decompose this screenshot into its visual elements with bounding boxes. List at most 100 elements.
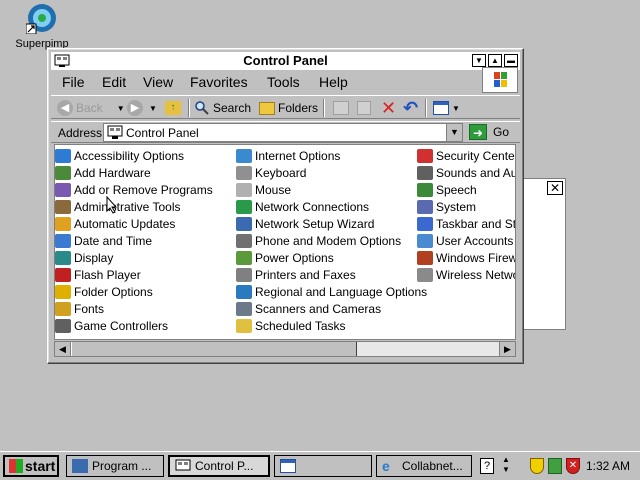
list-item[interactable]: System bbox=[417, 198, 515, 215]
security-shield-icon[interactable] bbox=[530, 458, 544, 474]
network-setup-wizard-icon bbox=[236, 216, 252, 231]
list-item[interactable]: Scanners and Cameras bbox=[236, 300, 427, 317]
horizontal-scrollbar[interactable]: ◀ ▶ bbox=[54, 341, 516, 357]
internet-explorer-icon: e bbox=[382, 458, 390, 474]
start-button[interactable]: start bbox=[3, 455, 59, 477]
task-control-panel[interactable]: Control P... bbox=[168, 455, 270, 477]
power-options-icon bbox=[236, 250, 252, 265]
control-panel-icon bbox=[107, 125, 123, 143]
menu-tools[interactable]: Tools bbox=[267, 74, 300, 90]
scroll-right-icon[interactable]: ▶ bbox=[499, 342, 515, 356]
background-window[interactable]: ✕ bbox=[520, 178, 566, 330]
chevron-down-icon[interactable]: ▼ bbox=[452, 104, 460, 113]
items-column-2: Internet Options Keyboard Mouse Network … bbox=[236, 147, 427, 334]
list-item[interactable]: Internet Options bbox=[236, 147, 427, 164]
security-alert-icon[interactable]: ✕ bbox=[566, 458, 580, 474]
fonts-icon bbox=[55, 301, 71, 316]
menu-help[interactable]: Help bbox=[319, 74, 348, 90]
list-item[interactable]: Accessibility Options bbox=[55, 147, 213, 164]
task-blank-window[interactable] bbox=[274, 455, 372, 477]
clock[interactable]: 1:32 AM bbox=[586, 459, 630, 473]
task-program[interactable]: Program ... bbox=[66, 455, 164, 477]
mouse-cursor-icon bbox=[106, 195, 118, 217]
toolbar-separator bbox=[188, 99, 190, 117]
list-item[interactable]: Sounds and Audio bbox=[417, 164, 515, 181]
list-item[interactable]: Administrative Tools bbox=[55, 198, 213, 215]
windows-firewall-icon bbox=[417, 250, 433, 265]
address-input[interactable]: Control Panel ▼ bbox=[103, 123, 463, 142]
list-item[interactable]: Add or Remove Programs bbox=[55, 181, 213, 198]
sounds-audio-icon bbox=[417, 165, 433, 180]
chevron-down-icon[interactable]: ▼ bbox=[117, 104, 125, 113]
automatic-updates-icon bbox=[55, 216, 71, 231]
restore-button[interactable]: ▬ bbox=[504, 54, 518, 67]
menu-file[interactable]: File bbox=[62, 74, 85, 90]
list-item[interactable]: Windows Firewall bbox=[417, 249, 515, 266]
list-item[interactable]: Regional and Language Options bbox=[236, 283, 427, 300]
folders-button[interactable]: Folders bbox=[259, 99, 318, 117]
window-icon bbox=[280, 459, 296, 473]
scroll-thumb[interactable] bbox=[71, 342, 357, 356]
undo-icon: ↶ bbox=[403, 98, 419, 118]
wireless-network-icon bbox=[417, 267, 433, 282]
window-title: Control Panel bbox=[243, 53, 328, 68]
list-item[interactable]: Phone and Modem Options bbox=[236, 232, 427, 249]
list-item[interactable]: Security Center bbox=[417, 147, 515, 164]
task-collabnet[interactable]: e Collabnet... bbox=[376, 455, 472, 477]
list-item[interactable]: Keyboard bbox=[236, 164, 427, 181]
menu-view[interactable]: View bbox=[143, 74, 173, 90]
undo-button[interactable]: ↶ bbox=[403, 99, 418, 117]
list-item[interactable]: Power Options bbox=[236, 249, 427, 266]
close-icon[interactable]: ✕ bbox=[547, 181, 563, 195]
list-item[interactable]: User Accounts bbox=[417, 232, 515, 249]
back-button[interactable]: ◀ Back ▼ bbox=[57, 99, 125, 117]
list-item[interactable]: Automatic Updates bbox=[55, 215, 213, 232]
up-folder-button[interactable]: ↑ bbox=[165, 99, 181, 117]
delete-button[interactable]: ✕ bbox=[381, 99, 396, 117]
list-item[interactable]: Network Connections bbox=[236, 198, 427, 215]
list-item[interactable]: Mouse bbox=[236, 181, 427, 198]
list-item[interactable]: Display bbox=[55, 249, 213, 266]
list-item[interactable]: Printers and Faxes bbox=[236, 266, 427, 283]
printers-faxes-icon bbox=[236, 267, 252, 282]
minimize-button[interactable]: ▼ bbox=[472, 54, 486, 67]
menu-bar: File Edit View Favorites Tools Help bbox=[51, 73, 520, 93]
go-button[interactable]: ➜ Go bbox=[469, 124, 509, 140]
views-button[interactable]: ▼ bbox=[433, 99, 460, 117]
list-item[interactable]: Speech bbox=[417, 181, 515, 198]
list-item[interactable]: Network Setup Wizard bbox=[236, 215, 427, 232]
menu-favorites[interactable]: Favorites bbox=[190, 74, 248, 90]
control-panel-items: Accessibility Options Add Hardware Add o… bbox=[54, 144, 516, 340]
list-item[interactable]: Game Controllers bbox=[55, 317, 213, 334]
list-item[interactable]: Date and Time bbox=[55, 232, 213, 249]
program-icon bbox=[72, 459, 88, 473]
language-arrows-icon[interactable]: ▲ ▼ bbox=[502, 455, 510, 475]
move-to-icon bbox=[333, 101, 349, 115]
copy-to-button[interactable] bbox=[357, 99, 371, 117]
forward-button[interactable]: ▶ ▼ bbox=[127, 99, 157, 117]
maximize-button[interactable]: ▲ bbox=[488, 54, 502, 67]
scroll-left-icon[interactable]: ◀ bbox=[55, 342, 71, 356]
search-button[interactable]: Search bbox=[194, 99, 251, 117]
items-column-3: Security Center Sounds and Audio Speech … bbox=[417, 147, 515, 283]
title-bar[interactable]: Control Panel ▼ ▲ ▬ bbox=[51, 52, 520, 70]
back-arrow-icon: ◀ bbox=[57, 100, 73, 116]
list-item[interactable]: Folder Options bbox=[55, 283, 213, 300]
menu-edit[interactable]: Edit bbox=[102, 74, 126, 90]
list-item[interactable]: Scheduled Tasks bbox=[236, 317, 427, 334]
list-item[interactable]: Taskbar and Start bbox=[417, 215, 515, 232]
list-item[interactable]: Fonts bbox=[55, 300, 213, 317]
address-value: Control Panel bbox=[126, 126, 199, 140]
chevron-down-icon[interactable]: ▼ bbox=[149, 104, 157, 113]
folder-icon bbox=[259, 101, 275, 115]
list-item[interactable]: Add Hardware bbox=[55, 164, 213, 181]
help-icon[interactable]: ? bbox=[480, 458, 494, 474]
list-item[interactable]: Wireless Network bbox=[417, 266, 515, 283]
network-icon[interactable] bbox=[548, 458, 562, 474]
keyboard-icon bbox=[236, 165, 252, 180]
chevron-down-icon[interactable]: ▼ bbox=[446, 124, 462, 141]
up-folder-icon: ↑ bbox=[165, 101, 181, 115]
list-item[interactable]: Flash Player bbox=[55, 266, 213, 283]
desktop-icon-superpimp[interactable]: Superpimp bbox=[12, 2, 72, 50]
move-to-button[interactable] bbox=[333, 99, 349, 117]
